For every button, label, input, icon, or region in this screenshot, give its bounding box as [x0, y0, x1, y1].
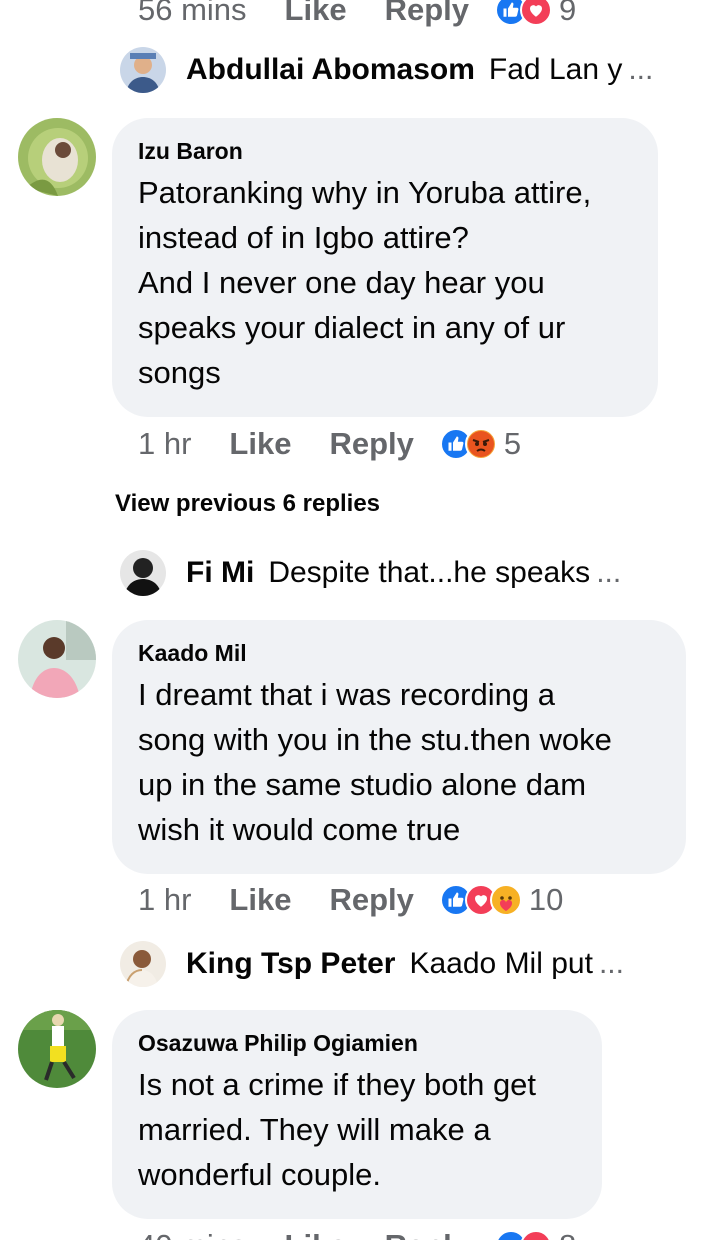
comment-line: Patoranking why in Yoruba attire,: [138, 175, 592, 210]
reaction-summary[interactable]: [439, 884, 522, 916]
comment-bubble: Kaado Mil I dreamt that i was recording …: [112, 620, 686, 874]
comment-line: instead of in Igbo attire?: [138, 220, 469, 255]
comment-time: 1 hr: [138, 882, 192, 917]
comment-bubble: Osazuwa Philip Ogiamien Is not a crime i…: [112, 1010, 602, 1219]
like-button[interactable]: Like: [285, 0, 347, 28]
comment-author[interactable]: Izu Baron: [138, 136, 632, 166]
comment-line: wish it would come true: [138, 812, 461, 847]
comment-line: Is not a crime if they both get: [138, 1067, 537, 1102]
comment-line: speaks your dialect in any of ur: [138, 310, 566, 345]
reaction-count: 8: [559, 1228, 576, 1240]
comment-actions: 1 hr Like Reply 5: [138, 420, 521, 468]
reply-button[interactable]: Reply: [329, 426, 413, 462]
reply-text: Fad Lan y: [488, 53, 623, 86]
comment-actions-top: 56 mins Like Reply 9: [138, 0, 576, 34]
reply-author[interactable]: Fi Mi: [186, 556, 254, 590]
comment-body: I dreamt that i was recording a song wit…: [138, 672, 660, 852]
comment-time: 40 mins: [138, 1228, 247, 1240]
reply-ellipsis: ...: [596, 556, 622, 589]
reply-button[interactable]: Reply: [385, 0, 469, 28]
like-button[interactable]: Like: [285, 1228, 347, 1240]
comment-line: I dreamt that i was recording a: [138, 677, 555, 712]
avatar: [120, 941, 166, 987]
reaction-count: 5: [503, 426, 522, 461]
reply-button[interactable]: Reply: [385, 1228, 469, 1240]
comment-line: wonderful couple.: [138, 1157, 381, 1192]
reply-text: Despite that...he speaks: [268, 556, 591, 589]
like-button[interactable]: Like: [229, 426, 291, 462]
reply-author[interactable]: King Tsp Peter: [186, 947, 395, 981]
care-reaction-icon: [489, 884, 522, 916]
comment-bubble: Izu Baron Patoranking why in Yoruba atti…: [112, 118, 658, 417]
love-reaction-icon: [520, 0, 552, 26]
love-reaction-icon: [520, 1230, 552, 1240]
reply-button[interactable]: Reply: [329, 882, 413, 918]
comment-author[interactable]: Kaado Mil: [138, 638, 660, 668]
avatar[interactable]: [18, 1010, 96, 1088]
comments-feed: 56 mins Like Reply 9 Abdullai Abomasom F…: [0, 0, 720, 1240]
comment-time: 1 hr: [138, 426, 192, 461]
avatar: [120, 550, 166, 596]
reply-text: Kaado Mil put: [409, 947, 593, 980]
reaction-summary[interactable]: [439, 428, 497, 460]
comment-time: 56 mins: [138, 0, 247, 27]
collapsed-reply[interactable]: Fi Mi Despite that...he speaks ...: [120, 548, 690, 598]
comment-line: married. They will make a: [138, 1112, 491, 1147]
reply-ellipsis: ...: [628, 53, 654, 86]
collapsed-reply[interactable]: King Tsp Peter Kaado Mil put ...: [120, 939, 690, 989]
reaction-count: 10: [528, 882, 564, 917]
comment-body: Is not a crime if they both get married.…: [138, 1062, 576, 1197]
comment-author[interactable]: Osazuwa Philip Ogiamien: [138, 1028, 576, 1058]
comment-line: song with you in the stu.then woke: [138, 722, 612, 757]
avatar[interactable]: [18, 118, 96, 196]
view-previous-replies-link[interactable]: View previous 6 replies: [115, 490, 380, 518]
reply-author[interactable]: Abdullai Abomasom: [186, 53, 475, 87]
like-button[interactable]: Like: [229, 882, 291, 918]
comment-body: Patoranking why in Yoruba attire, instea…: [138, 170, 632, 395]
avatar: [120, 47, 166, 93]
comment-line: And I never one day hear you: [138, 265, 545, 300]
angry-reaction-icon: [464, 428, 497, 460]
reaction-summary[interactable]: [495, 1230, 552, 1240]
comment-line: songs: [138, 355, 221, 390]
reaction-summary[interactable]: [495, 0, 552, 26]
comment-actions: 1 hr Like Reply 10: [138, 876, 563, 924]
reply-ellipsis: ...: [598, 947, 624, 980]
reaction-count: 9: [559, 0, 577, 27]
comment-actions-bottom: 40 mins Like Reply 8: [138, 1222, 576, 1240]
comment-line: up in the same studio alone dam: [138, 767, 587, 802]
collapsed-reply[interactable]: Abdullai Abomasom Fad Lan y ...: [120, 45, 690, 95]
avatar[interactable]: [18, 620, 96, 698]
